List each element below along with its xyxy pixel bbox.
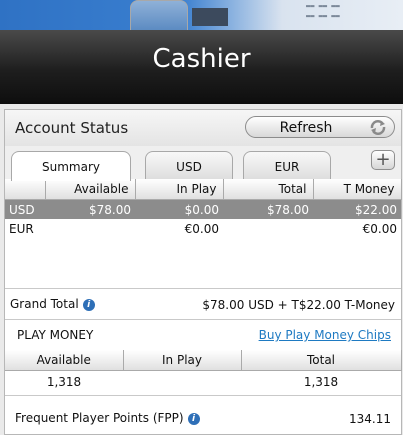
column-header-available: Available <box>5 350 124 371</box>
currency-cell: EUR <box>9 221 34 236</box>
table-row-usd[interactable]: USD $78.00 $0.00 $78.00 $22.00 <box>5 200 401 219</box>
column-header-available: Available <box>45 179 136 200</box>
tab-usd[interactable]: USD <box>145 151 233 181</box>
total-cell <box>223 219 313 238</box>
column-header <box>5 179 46 200</box>
add-tab-button[interactable]: + <box>371 150 395 170</box>
background-text: ▬▬ ▬▬ ▬▬ <box>306 2 340 10</box>
cashier-panel: Account Status Refresh Summary USD EUR +… <box>4 109 402 435</box>
buy-play-money-link[interactable]: Buy Play Money Chips <box>259 328 391 342</box>
available-cell: $78.00 <box>45 200 135 219</box>
t-money-cell: $22.00 <box>313 200 401 219</box>
available-cell: 1,318 <box>46 374 82 389</box>
balances-header: Available In Play Total T Money <box>5 179 402 200</box>
divider <box>5 319 401 320</box>
play-money-header: Available In Play Total <box>5 350 402 371</box>
currency-cell: USD <box>5 200 45 219</box>
t-money-cell: €0.00 <box>362 221 397 236</box>
info-icon[interactable]: i <box>82 298 95 311</box>
play-money-table: 1,318 1,318 <box>5 372 401 391</box>
grand-total-value: $78.00 USD + T$22.00 T-Money <box>202 298 395 312</box>
column-header-total: Total <box>241 350 402 371</box>
divider <box>5 288 401 289</box>
total-cell: $78.00 <box>223 200 313 219</box>
info-icon[interactable]: i <box>187 412 200 425</box>
table-row-eur[interactable]: EUR €0.00 €0.00 <box>5 219 401 238</box>
plus-icon: + <box>375 149 391 170</box>
in-play-cell: €0.00 <box>184 221 219 236</box>
currency-tabs: Summary USD EUR <box>5 146 401 181</box>
in-play-cell: $0.00 <box>135 200 223 219</box>
in-play-cell <box>123 372 241 391</box>
refresh-button[interactable]: Refresh <box>245 116 395 138</box>
background-text: ▬▬ ▬▬ ▬▬ <box>306 12 340 20</box>
column-header-t-money: T Money <box>313 179 402 200</box>
column-header-total: Total <box>223 179 314 200</box>
available-cell <box>45 219 135 238</box>
title-bar: Cashier <box>0 30 403 104</box>
column-header-in-play: In Play <box>135 179 224 200</box>
background-window: ▬▬ ▬▬ ▬▬ ▬▬ ▬▬ ▬▬ <box>0 0 403 30</box>
column-header-in-play: In Play <box>123 350 242 371</box>
fpp-value: 134.11 <box>349 412 391 426</box>
tab-summary[interactable]: Summary <box>11 151 131 181</box>
play-money-title: PLAY MONEY <box>17 328 94 342</box>
refresh-icon <box>368 119 388 138</box>
fpp-label-group: Frequent Player Points (FPP) i <box>15 411 200 425</box>
fpp-label: Frequent Player Points (FPP) <box>15 411 184 425</box>
background-tab <box>130 0 188 30</box>
tab-eur[interactable]: EUR <box>243 151 331 181</box>
background-block <box>192 8 228 26</box>
account-header: Account Status Refresh <box>5 110 401 146</box>
grand-total-label-group: Grand Total i <box>10 297 95 311</box>
balances-table: USD $78.00 $0.00 $78.00 $22.00 EUR €0.00… <box>5 200 401 238</box>
account-status-title: Account Status <box>15 119 129 137</box>
window-title: Cashier <box>152 44 251 74</box>
total-cell: 1,318 <box>303 374 339 389</box>
table-row: 1,318 1,318 <box>5 372 401 391</box>
grand-total-label: Grand Total <box>10 297 79 311</box>
refresh-label: Refresh <box>279 120 333 136</box>
divider <box>5 395 401 396</box>
